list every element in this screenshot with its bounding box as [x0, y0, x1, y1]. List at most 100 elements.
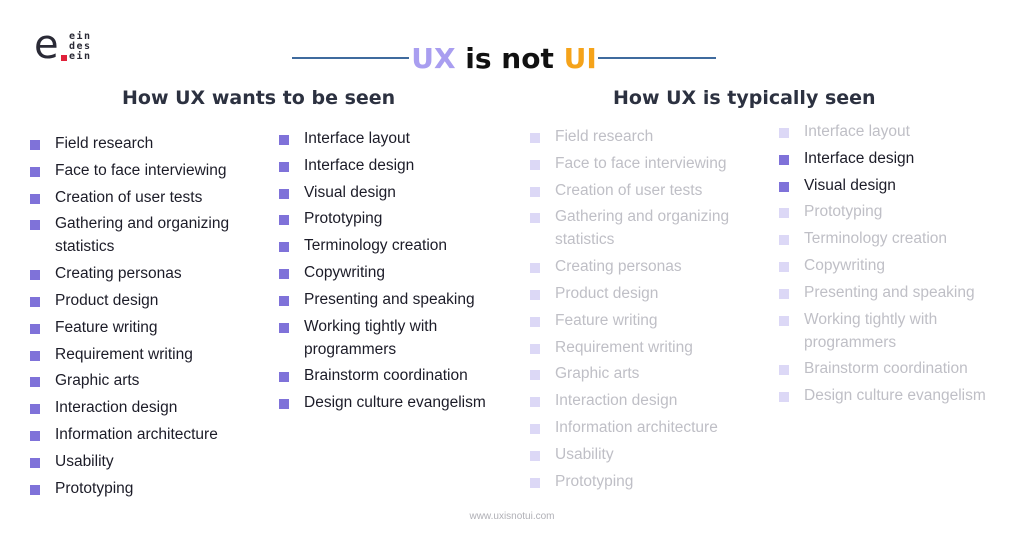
bullet-icon	[279, 215, 289, 226]
list-item-label: Copywriting	[804, 256, 885, 274]
list-item-label: Requirement writing	[555, 338, 693, 356]
list-item: Design culture evangelism	[779, 384, 1019, 407]
bullet-icon	[530, 159, 540, 170]
list-item-label: Design culture evangelism	[804, 387, 986, 405]
list-item: Presenting and speaking	[779, 281, 1019, 304]
list-item: Interaction design	[30, 396, 270, 419]
bullet-icon	[530, 316, 540, 327]
list-item-label: Terminology creation	[804, 230, 948, 248]
bullet-icon	[30, 220, 40, 231]
list-item-label: Working tightly with programmers	[804, 310, 938, 351]
list-item: Feature writing	[30, 316, 270, 339]
list-item-label: Field research	[555, 128, 654, 145]
list-item: Product design	[30, 289, 270, 312]
list-item: Gathering and organizing statistics	[30, 212, 270, 258]
list-item: Terminology creation	[779, 227, 1019, 250]
bullet-icon	[30, 166, 40, 177]
bullet-icon	[30, 296, 40, 307]
list-item-label: Graphic arts	[555, 365, 640, 383]
list-item: Copywriting	[779, 254, 1019, 277]
list-item: Prototyping	[530, 470, 770, 493]
list-item-label: Face to face interviewing	[555, 154, 727, 172]
list-item: Prototyping	[779, 200, 1019, 223]
list-item: Product design	[530, 282, 770, 305]
bullet-icon	[30, 457, 40, 468]
bullet-icon	[530, 423, 540, 434]
bullet-icon	[30, 404, 40, 415]
list-item: Visual design	[779, 174, 1019, 197]
list-item: Field research	[30, 132, 270, 155]
right-list-col2: Interface layout Interface design Visual d…	[779, 120, 1019, 411]
bullet-icon	[530, 477, 540, 488]
list-item: Working tightly with programmers	[279, 315, 474, 361]
list-item: Face to face interviewing	[530, 152, 770, 175]
list-item-label: Face to face interviewing	[55, 161, 227, 179]
list-item-label: Field research	[55, 135, 154, 152]
list-item: Interface design	[279, 154, 519, 177]
list-item-label: Information architecture	[555, 418, 718, 436]
bullet-icon	[279, 135, 289, 145]
list-item-label: Interaction design	[55, 399, 178, 417]
list-item-label: Working tightly with programmers	[304, 317, 438, 358]
list-item-label: Interface layout	[304, 130, 410, 147]
bullet-icon	[279, 242, 289, 253]
bullet-icon	[779, 235, 789, 246]
list-item: Presenting and speaking	[279, 288, 519, 311]
list-item-label: Creation of user tests	[55, 188, 203, 206]
bullet-icon	[779, 208, 789, 219]
list-item: Visual design	[279, 181, 519, 204]
list-item-label: Product design	[55, 291, 159, 309]
bullet-icon	[779, 288, 789, 299]
list-item-label: Usability	[555, 445, 614, 463]
right-heading: How UX is typically seen	[613, 87, 876, 109]
bullet-icon	[530, 397, 540, 408]
list-item: Terminology creation	[279, 234, 519, 257]
list-item: Information architecture	[530, 416, 770, 439]
list-item: Interface design	[779, 147, 1019, 170]
bullet-icon	[530, 370, 540, 381]
bullet-icon	[530, 186, 540, 197]
bullet-icon	[779, 392, 789, 403]
list-item-label: Brainstorm coordination	[804, 360, 968, 378]
bullet-icon	[530, 450, 540, 461]
bullet-icon	[779, 315, 789, 326]
bullet-icon	[279, 322, 289, 333]
title-middle: is not	[455, 42, 564, 75]
list-item: Interface layout	[779, 120, 1019, 143]
list-item: Creation of user tests	[530, 179, 770, 202]
list-item: Copywriting	[279, 261, 519, 284]
bullet-icon	[779, 154, 789, 165]
list-item: Information architecture	[30, 423, 270, 446]
title-bar: UX is not UI	[0, 42, 1024, 76]
list-item-label: Copywriting	[304, 263, 385, 281]
list-item-label: Prototyping	[55, 479, 134, 497]
bullet-icon	[279, 399, 289, 410]
list-item-label: Prototyping	[804, 203, 883, 221]
bullet-icon	[279, 268, 289, 279]
list-item: Creating personas	[30, 262, 270, 285]
list-item-label: Creation of user tests	[555, 181, 703, 199]
left-list-col1: Field research Face to face interviewing C…	[30, 132, 270, 503]
bullet-icon	[530, 213, 540, 224]
title-ux: UX	[411, 42, 456, 75]
list-item: Usability	[530, 443, 770, 466]
list-item-label: Information architecture	[55, 425, 218, 443]
list-item-label: Interaction design	[555, 392, 678, 410]
bullet-icon	[279, 295, 289, 306]
list-item-label: Interface design	[804, 149, 915, 167]
bullet-icon	[30, 377, 40, 388]
list-item-label: Creating personas	[555, 258, 682, 276]
list-item: Interaction design	[530, 389, 770, 412]
bullet-icon	[279, 188, 289, 199]
list-item-label: Product design	[555, 284, 659, 302]
bullet-icon	[779, 181, 789, 192]
list-item: Feature writing	[530, 309, 770, 332]
bullet-icon	[530, 263, 540, 274]
bullet-icon	[30, 193, 40, 204]
bullet-icon	[30, 270, 40, 281]
bullet-icon	[779, 128, 789, 138]
title-divider-right	[598, 57, 716, 59]
list-item: Design culture evangelism	[279, 391, 519, 414]
list-item-label: Terminology creation	[304, 237, 448, 255]
list-item-label: Presenting and speaking	[804, 283, 975, 301]
